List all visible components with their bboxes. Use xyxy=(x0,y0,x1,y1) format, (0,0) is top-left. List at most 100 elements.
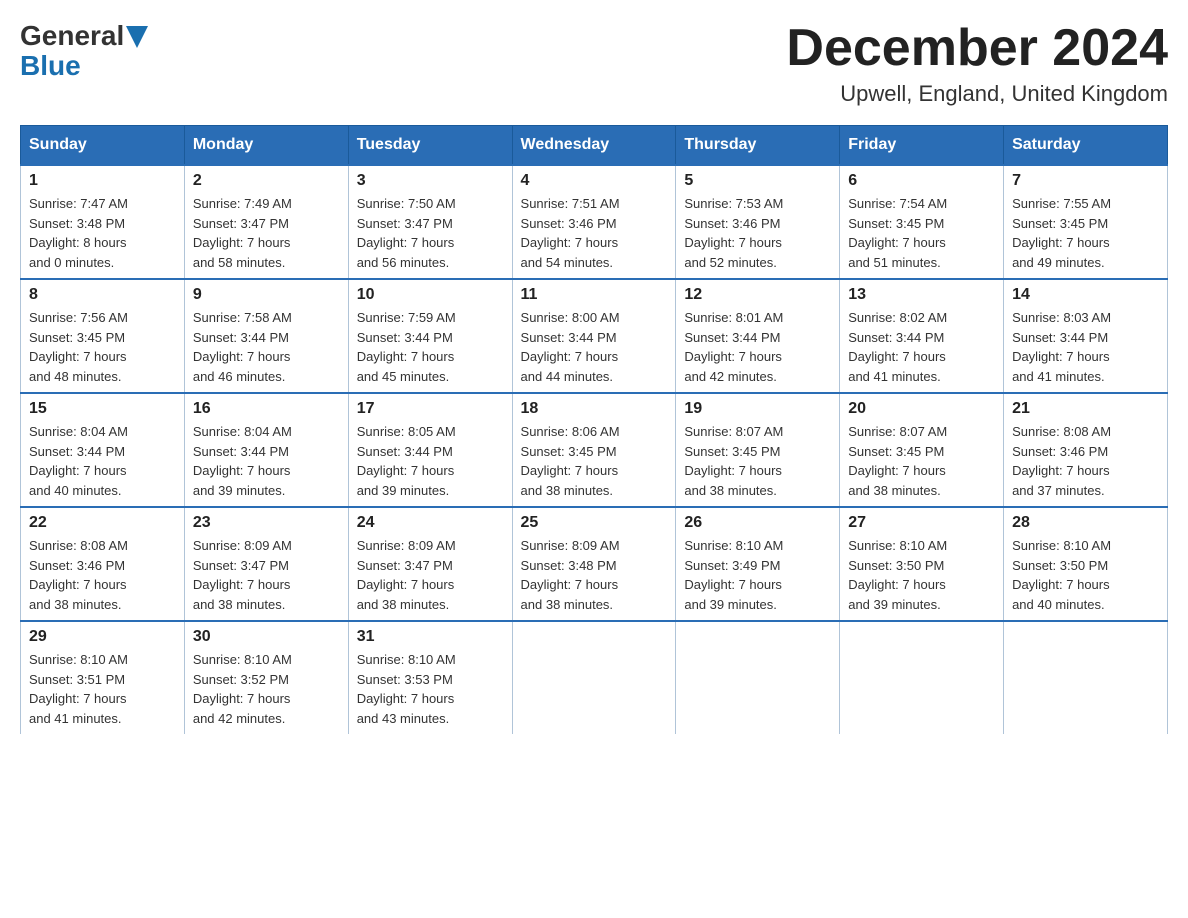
empty-cell xyxy=(512,621,676,734)
week-row-4: 22Sunrise: 8:08 AMSunset: 3:46 PMDayligh… xyxy=(21,507,1168,621)
day-cell-9: 9 Sunrise: 7:58 AMSunset: 3:44 PMDaylight… xyxy=(184,279,348,393)
day-number: 2 xyxy=(193,172,340,190)
logo-general-text: General xyxy=(20,20,124,52)
weekday-header-row: SundayMondayTuesdayWednesdayThursdayFrid… xyxy=(21,126,1168,166)
day-cell-21: 21Sunrise: 8:08 AMSunset: 3:46 PMDayligh… xyxy=(1004,393,1168,507)
day-number: 22 xyxy=(29,514,176,532)
day-number: 17 xyxy=(357,400,504,418)
day-number: 1 xyxy=(29,172,176,190)
day-info: Sunrise: 8:10 AMSunset: 3:51 PMDaylight:… xyxy=(29,650,176,728)
empty-cell xyxy=(1004,621,1168,734)
day-cell-8: 8 Sunrise: 7:56 AMSunset: 3:45 PMDaylight… xyxy=(21,279,185,393)
day-number: 28 xyxy=(1012,514,1159,532)
day-cell-17: 17 Sunrise: 8:05 AMSunset: 3:44 PMDayligh… xyxy=(348,393,512,507)
day-info: Sunrise: 8:03 AMSunset: 3:44 PMDaylight:… xyxy=(1012,308,1159,386)
day-number: 11 xyxy=(521,286,668,304)
logo-blue-text: Blue xyxy=(20,52,81,80)
day-cell-6: 6 Sunrise: 7:54 AMSunset: 3:45 PMDaylight… xyxy=(840,165,1004,279)
day-number: 31 xyxy=(357,628,504,646)
day-info: Sunrise: 7:55 AMSunset: 3:45 PMDaylight:… xyxy=(1012,194,1159,272)
day-number: 18 xyxy=(521,400,668,418)
day-info: Sunrise: 7:51 AMSunset: 3:46 PMDaylight:… xyxy=(521,194,668,272)
location: Upwell, England, United Kingdom xyxy=(786,81,1168,107)
day-number: 13 xyxy=(848,286,995,304)
weekday-header-saturday: Saturday xyxy=(1004,126,1168,166)
day-number: 19 xyxy=(684,400,831,418)
logo-arrow-icon xyxy=(126,26,148,48)
weekday-header-monday: Monday xyxy=(184,126,348,166)
empty-cell xyxy=(840,621,1004,734)
day-number: 7 xyxy=(1012,172,1159,190)
day-number: 4 xyxy=(521,172,668,190)
day-info: Sunrise: 7:56 AMSunset: 3:45 PMDaylight:… xyxy=(29,308,176,386)
week-row-3: 15 Sunrise: 8:04 AMSunset: 3:44 PMDayligh… xyxy=(21,393,1168,507)
logo: General Blue xyxy=(20,20,148,80)
week-row-5: 29 Sunrise: 8:10 AMSunset: 3:51 PMDayligh… xyxy=(21,621,1168,734)
day-cell-26: 26Sunrise: 8:10 AMSunset: 3:49 PMDayligh… xyxy=(676,507,840,621)
day-cell-12: 12Sunrise: 8:01 AMSunset: 3:44 PMDayligh… xyxy=(676,279,840,393)
day-cell-27: 27Sunrise: 8:10 AMSunset: 3:50 PMDayligh… xyxy=(840,507,1004,621)
day-number: 3 xyxy=(357,172,504,190)
day-number: 25 xyxy=(521,514,668,532)
day-cell-23: 23Sunrise: 8:09 AMSunset: 3:47 PMDayligh… xyxy=(184,507,348,621)
page-header: General Blue December 2024 Upwell, Engla… xyxy=(20,20,1168,107)
day-cell-2: 2Sunrise: 7:49 AMSunset: 3:47 PMDaylight… xyxy=(184,165,348,279)
day-number: 29 xyxy=(29,628,176,646)
day-info: Sunrise: 8:02 AMSunset: 3:44 PMDaylight:… xyxy=(848,308,995,386)
day-number: 14 xyxy=(1012,286,1159,304)
day-cell-5: 5Sunrise: 7:53 AMSunset: 3:46 PMDaylight… xyxy=(676,165,840,279)
day-info: Sunrise: 8:01 AMSunset: 3:44 PMDaylight:… xyxy=(684,308,831,386)
weekday-header-friday: Friday xyxy=(840,126,1004,166)
day-info: Sunrise: 8:10 AMSunset: 3:52 PMDaylight:… xyxy=(193,650,340,728)
day-cell-25: 25 Sunrise: 8:09 AMSunset: 3:48 PMDayligh… xyxy=(512,507,676,621)
day-info: Sunrise: 8:07 AMSunset: 3:45 PMDaylight:… xyxy=(848,422,995,500)
day-number: 9 xyxy=(193,286,340,304)
title-block: December 2024 Upwell, England, United Ki… xyxy=(786,20,1168,107)
day-number: 15 xyxy=(29,400,176,418)
day-cell-15: 15 Sunrise: 8:04 AMSunset: 3:44 PMDayligh… xyxy=(21,393,185,507)
logo-icon: General xyxy=(20,20,148,52)
day-info: Sunrise: 8:05 AMSunset: 3:44 PMDaylight:… xyxy=(357,422,504,500)
day-info: Sunrise: 7:53 AMSunset: 3:46 PMDaylight:… xyxy=(684,194,831,272)
day-number: 8 xyxy=(29,286,176,304)
day-cell-24: 24Sunrise: 8:09 AMSunset: 3:47 PMDayligh… xyxy=(348,507,512,621)
day-number: 10 xyxy=(357,286,504,304)
day-info: Sunrise: 8:06 AMSunset: 3:45 PMDaylight:… xyxy=(521,422,668,500)
day-info: Sunrise: 8:09 AMSunset: 3:48 PMDaylight:… xyxy=(521,536,668,614)
day-cell-20: 20 Sunrise: 8:07 AMSunset: 3:45 PMDayligh… xyxy=(840,393,1004,507)
day-cell-4: 4 Sunrise: 7:51 AMSunset: 3:46 PMDaylight… xyxy=(512,165,676,279)
day-cell-22: 22Sunrise: 8:08 AMSunset: 3:46 PMDayligh… xyxy=(21,507,185,621)
day-cell-28: 28Sunrise: 8:10 AMSunset: 3:50 PMDayligh… xyxy=(1004,507,1168,621)
day-cell-11: 11 Sunrise: 8:00 AMSunset: 3:44 PMDayligh… xyxy=(512,279,676,393)
day-cell-31: 31 Sunrise: 8:10 AMSunset: 3:53 PMDayligh… xyxy=(348,621,512,734)
day-number: 20 xyxy=(848,400,995,418)
day-cell-19: 19Sunrise: 8:07 AMSunset: 3:45 PMDayligh… xyxy=(676,393,840,507)
day-info: Sunrise: 8:09 AMSunset: 3:47 PMDaylight:… xyxy=(357,536,504,614)
day-cell-16: 16 Sunrise: 8:04 AMSunset: 3:44 PMDayligh… xyxy=(184,393,348,507)
day-info: Sunrise: 7:54 AMSunset: 3:45 PMDaylight:… xyxy=(848,194,995,272)
day-info: Sunrise: 8:10 AMSunset: 3:50 PMDaylight:… xyxy=(848,536,995,614)
day-info: Sunrise: 8:00 AMSunset: 3:44 PMDaylight:… xyxy=(521,308,668,386)
week-row-2: 8 Sunrise: 7:56 AMSunset: 3:45 PMDaylight… xyxy=(21,279,1168,393)
day-info: Sunrise: 8:10 AMSunset: 3:53 PMDaylight:… xyxy=(357,650,504,728)
day-cell-29: 29 Sunrise: 8:10 AMSunset: 3:51 PMDayligh… xyxy=(21,621,185,734)
day-cell-3: 3 Sunrise: 7:50 AMSunset: 3:47 PMDaylight… xyxy=(348,165,512,279)
day-number: 30 xyxy=(193,628,340,646)
day-cell-18: 18 Sunrise: 8:06 AMSunset: 3:45 PMDayligh… xyxy=(512,393,676,507)
weekday-header-sunday: Sunday xyxy=(21,126,185,166)
day-info: Sunrise: 8:04 AMSunset: 3:44 PMDaylight:… xyxy=(193,422,340,500)
day-number: 23 xyxy=(193,514,340,532)
week-row-1: 1Sunrise: 7:47 AMSunset: 3:48 PMDaylight… xyxy=(21,165,1168,279)
month-title: December 2024 xyxy=(786,20,1168,77)
day-info: Sunrise: 8:04 AMSunset: 3:44 PMDaylight:… xyxy=(29,422,176,500)
weekday-header-wednesday: Wednesday xyxy=(512,126,676,166)
day-cell-30: 30 Sunrise: 8:10 AMSunset: 3:52 PMDayligh… xyxy=(184,621,348,734)
day-info: Sunrise: 7:58 AMSunset: 3:44 PMDaylight:… xyxy=(193,308,340,386)
day-number: 21 xyxy=(1012,400,1159,418)
day-number: 6 xyxy=(848,172,995,190)
day-number: 16 xyxy=(193,400,340,418)
day-info: Sunrise: 7:50 AMSunset: 3:47 PMDaylight:… xyxy=(357,194,504,272)
weekday-header-tuesday: Tuesday xyxy=(348,126,512,166)
empty-cell xyxy=(676,621,840,734)
weekday-header-thursday: Thursday xyxy=(676,126,840,166)
